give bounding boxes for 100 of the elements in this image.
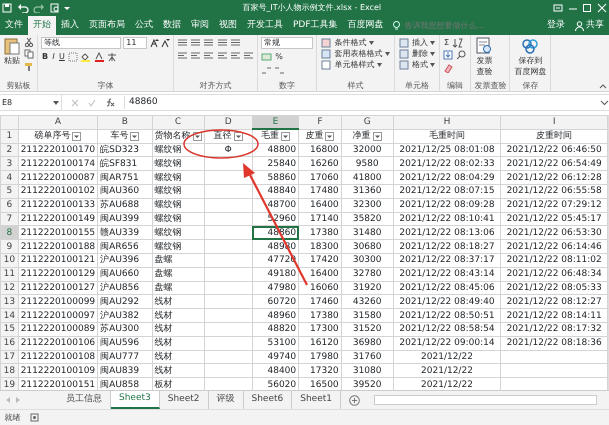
row-header[interactable]: 7 bbox=[0, 212, 18, 226]
insert-button[interactable]: 插入 bbox=[398, 37, 436, 48]
row-header[interactable]: 15 bbox=[0, 322, 18, 336]
row-header[interactable]: 17 bbox=[0, 350, 18, 364]
expand-icon[interactable] bbox=[600, 100, 609, 106]
column-header[interactable]: D bbox=[204, 116, 252, 130]
print-preview-icon[interactable] bbox=[50, 3, 60, 13]
sign-in-link[interactable]: 登录 bbox=[542, 16, 570, 35]
row-header[interactable]: 4 bbox=[0, 170, 18, 184]
undo-icon[interactable] bbox=[16, 3, 29, 13]
insert-function-icon[interactable] bbox=[105, 98, 115, 107]
table-cell: 2021/12/22 bbox=[421, 366, 473, 376]
row-header[interactable]: 11 bbox=[0, 267, 18, 282]
filter-dropdown-icon[interactable] bbox=[325, 132, 334, 141]
row-header[interactable]: 14 bbox=[0, 308, 18, 322]
collapse-ribbon-icon[interactable] bbox=[598, 82, 607, 89]
ribbon-tab[interactable]: PDF工具集 bbox=[288, 16, 343, 35]
cell-styles-button[interactable]: 单元格样式 bbox=[320, 59, 390, 70]
row-header[interactable]: 8 bbox=[0, 226, 18, 240]
filter-dropdown-icon[interactable] bbox=[72, 132, 82, 141]
ribbon-tab[interactable]: 审阅 bbox=[186, 16, 214, 35]
font-size-field[interactable]: 11 bbox=[123, 37, 148, 49]
row-header[interactable]: 16 bbox=[0, 336, 18, 350]
shrink-font-icon[interactable] bbox=[160, 38, 170, 48]
search-field[interactable]: 告诉我您想要做什么... bbox=[402, 18, 502, 32]
font-name-field[interactable]: 等线 bbox=[41, 37, 121, 49]
save-to-cloud-button[interactable]: 保存到 百度网盘 bbox=[513, 37, 548, 77]
row-header[interactable]: 2 bbox=[0, 143, 18, 157]
column-header[interactable]: B bbox=[98, 116, 152, 130]
eraser-icon[interactable] bbox=[443, 62, 454, 72]
sort-filter-icon[interactable] bbox=[452, 38, 464, 48]
column-header[interactable]: H bbox=[393, 116, 501, 130]
number-format-field[interactable]: 常规 bbox=[261, 37, 313, 49]
maximize-icon[interactable] bbox=[582, 3, 592, 13]
font-color-icon[interactable] bbox=[94, 52, 105, 62]
autosum-button[interactable]: Σ bbox=[443, 37, 450, 48]
column-header[interactable]: I bbox=[500, 116, 608, 130]
row-header[interactable]: 13 bbox=[0, 294, 18, 309]
format-button[interactable]: 格式 bbox=[398, 59, 436, 70]
macro-record-icon[interactable] bbox=[30, 413, 38, 422]
decrease-decimal-icon[interactable] bbox=[274, 64, 286, 74]
row-header[interactable]: 3 bbox=[0, 156, 18, 171]
name-box[interactable]: E8 bbox=[0, 95, 62, 110]
center-icon[interactable] bbox=[190, 50, 201, 62]
filter-dropdown-icon[interactable] bbox=[234, 132, 243, 141]
ribbon-tab[interactable]: 开发工具 bbox=[242, 16, 288, 35]
table-cell: 35820 bbox=[352, 214, 382, 224]
underline-button[interactable]: U bbox=[58, 51, 66, 62]
row-header[interactable]: 12 bbox=[0, 281, 18, 295]
row-header[interactable]: 1 bbox=[0, 129, 18, 144]
align-left-icon[interactable] bbox=[176, 50, 188, 62]
border-icon[interactable] bbox=[68, 52, 78, 62]
conditional-formatting-button[interactable]: 条件格式 bbox=[320, 37, 390, 48]
save-icon[interactable] bbox=[2, 3, 12, 13]
format-as-table-button[interactable]: 套用表格格式 bbox=[320, 48, 390, 59]
ribbon-tab[interactable]: 页面布局 bbox=[84, 16, 130, 35]
delete-button[interactable]: 删除 bbox=[398, 48, 436, 59]
filter-dropdown-icon[interactable] bbox=[280, 132, 290, 141]
search-icon[interactable] bbox=[456, 50, 468, 60]
invoice-check-button[interactable]: 发票 查验 bbox=[474, 37, 494, 77]
dropdown-icon[interactable] bbox=[53, 100, 59, 106]
ribbon-tab[interactable]: 文件 bbox=[0, 16, 28, 35]
ribbon-tab[interactable]: 百度网盘 bbox=[342, 16, 389, 35]
fill-color-icon[interactable] bbox=[80, 52, 92, 62]
ribbon-tab[interactable]: 插入 bbox=[56, 16, 84, 35]
increase-decimal-icon[interactable] bbox=[261, 64, 272, 74]
add-sheet-icon[interactable] bbox=[349, 394, 360, 406]
percent-button[interactable]: % bbox=[274, 51, 284, 62]
bold-button[interactable]: B bbox=[41, 51, 50, 62]
column-header[interactable]: F bbox=[298, 116, 342, 130]
column-header[interactable]: E bbox=[252, 116, 299, 130]
filter-dropdown-icon[interactable] bbox=[372, 132, 382, 141]
copy-icon[interactable] bbox=[24, 49, 34, 60]
sheet-tab[interactable]: Sheet3 bbox=[111, 391, 160, 409]
close-icon[interactable] bbox=[596, 3, 607, 13]
filter-dropdown-icon[interactable] bbox=[130, 132, 140, 141]
redo-icon[interactable] bbox=[33, 3, 46, 13]
grow-font-icon[interactable] bbox=[150, 38, 158, 48]
format-painter-icon[interactable] bbox=[24, 62, 34, 72]
column-header[interactable]: C bbox=[152, 116, 204, 130]
ribbon-options-icon[interactable] bbox=[553, 3, 564, 13]
row-header[interactable]: 18 bbox=[0, 364, 18, 378]
column-header[interactable]: A bbox=[18, 116, 98, 130]
row-header[interactable]: 6 bbox=[0, 198, 18, 212]
ribbon-tab[interactable]: 开始 bbox=[28, 16, 56, 35]
horizontal-scrollbar[interactable] bbox=[374, 395, 597, 405]
share-button[interactable]: 共享 bbox=[570, 16, 609, 35]
ribbon-tab[interactable]: 数据 bbox=[158, 16, 186, 35]
column-header[interactable]: G bbox=[341, 116, 394, 130]
formula-field[interactable]: 48860 bbox=[124, 96, 600, 110]
row-header[interactable]: 10 bbox=[0, 253, 18, 268]
fill-down-icon[interactable] bbox=[443, 50, 454, 60]
currency-icon[interactable] bbox=[261, 52, 272, 62]
paste-button[interactable]: 粘贴 bbox=[3, 37, 21, 66]
italic-button[interactable]: I bbox=[51, 51, 56, 62]
row-header[interactable]: 9 bbox=[0, 240, 18, 254]
cut-icon[interactable] bbox=[24, 37, 34, 47]
ribbon-tab[interactable]: 公式 bbox=[130, 16, 158, 35]
ribbon-tab[interactable]: 视图 bbox=[214, 16, 242, 35]
row-header[interactable]: 5 bbox=[0, 184, 18, 198]
